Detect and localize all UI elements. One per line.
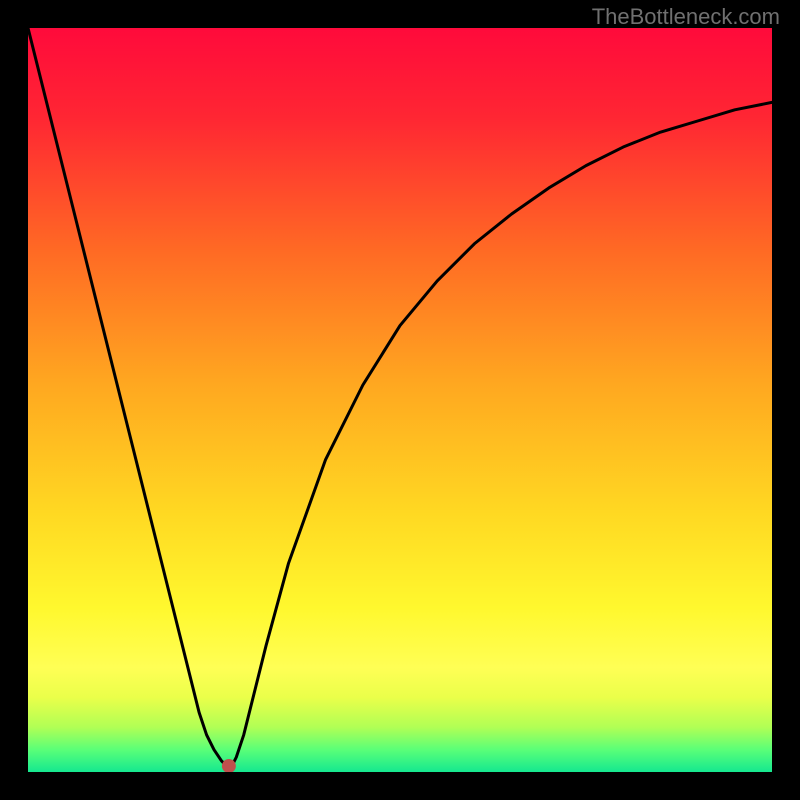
- watermark-text: TheBottleneck.com: [592, 4, 780, 30]
- gradient-background: [28, 28, 772, 772]
- chart-frame: TheBottleneck.com: [0, 0, 800, 800]
- chart-svg: [28, 28, 772, 772]
- plot-area: [28, 28, 772, 772]
